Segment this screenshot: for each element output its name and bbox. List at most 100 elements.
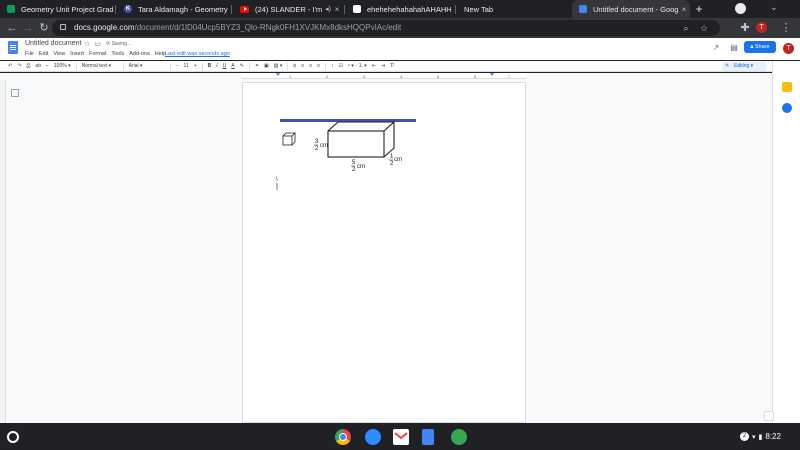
divider bbox=[122, 62, 124, 70]
body-text: \ bbox=[276, 177, 278, 183]
text-color-button[interactable]: A bbox=[231, 63, 234, 69]
zoom-select[interactable]: 100% ▾ bbox=[54, 63, 71, 69]
tab-new-tab[interactable]: New Tab bbox=[457, 0, 569, 18]
line-spacing-icon[interactable]: ↕ bbox=[331, 63, 334, 69]
gmail-icon[interactable] bbox=[393, 429, 409, 445]
youtube-icon bbox=[240, 5, 249, 13]
star-icon[interactable]: ☆ bbox=[84, 40, 90, 48]
pencil-icon: ✎ bbox=[725, 63, 730, 69]
style-select[interactable]: Normal text ▾ bbox=[82, 63, 118, 69]
launcher-icon[interactable] bbox=[7, 431, 19, 443]
vertical-ruler[interactable] bbox=[0, 80, 6, 423]
reload-icon[interactable]: ↻ bbox=[36, 20, 52, 36]
tab-geometry-project[interactable]: Geometry Unit Project Grade bbox=[0, 0, 113, 18]
align-center-icon[interactable]: ≡ bbox=[301, 63, 304, 69]
increase-indent-icon[interactable]: ⇥ bbox=[381, 63, 385, 69]
tab-separator bbox=[344, 5, 345, 14]
comments-icon[interactable]: ▤ bbox=[729, 43, 739, 53]
back-icon[interactable]: ← bbox=[4, 20, 20, 36]
address-bar[interactable]: docs.google.com/document/d/1lD04Ucp5BYZ3… bbox=[52, 20, 720, 36]
spellcheck-icon[interactable]: ab bbox=[35, 63, 41, 69]
menu-view[interactable]: View bbox=[53, 51, 65, 57]
menu-edit[interactable]: Edit bbox=[39, 51, 48, 57]
account-avatar[interactable]: T bbox=[783, 43, 794, 54]
docs-icon bbox=[579, 5, 587, 13]
numbered-list-icon[interactable]: 1. ▾ bbox=[359, 63, 367, 69]
bookmark-star-icon[interactable]: ☆ bbox=[698, 22, 710, 34]
media-control-icon[interactable] bbox=[735, 3, 746, 14]
highlight-icon[interactable]: ✎ bbox=[240, 63, 244, 69]
docs-icon[interactable] bbox=[422, 429, 434, 445]
redo-icon[interactable]: ↷ bbox=[17, 63, 21, 69]
document-title[interactable]: Untitled document bbox=[25, 40, 81, 47]
share-button[interactable]: 🔒︎ Share bbox=[744, 41, 776, 53]
document-page[interactable]: 3 2 cm 5 2 cm 1 2 cm \ bbox=[242, 82, 526, 423]
extensions-icon[interactable]: ✚ bbox=[737, 20, 753, 36]
decrease-indent-icon[interactable]: ⇤ bbox=[372, 63, 376, 69]
editing-mode-select[interactable]: ✎ Editing ▾ bbox=[722, 62, 766, 71]
activity-trend-icon[interactable]: ↗ bbox=[711, 43, 721, 53]
last-edit-link[interactable]: Last edit was seconds ago bbox=[165, 51, 230, 57]
close-icon[interactable]: × bbox=[331, 5, 343, 14]
align-left-icon[interactable]: ≡ bbox=[293, 63, 297, 69]
tab-separator bbox=[231, 5, 232, 14]
document-outline-icon[interactable] bbox=[11, 89, 19, 97]
paint-format-icon[interactable]: ⌐ bbox=[46, 63, 49, 69]
height-denominator: 2 bbox=[315, 146, 319, 152]
tab-doc-eheheheh[interactable]: ehehehehahahahAHAHHAH bbox=[346, 0, 451, 18]
close-icon[interactable]: × bbox=[678, 5, 690, 14]
more-menu-icon[interactable]: ⋮ bbox=[778, 20, 794, 36]
share-label: Share bbox=[754, 44, 770, 50]
italic-button[interactable]: I bbox=[216, 63, 217, 69]
search-icon[interactable]: ⌕ bbox=[680, 22, 692, 34]
tab-separator bbox=[455, 5, 456, 14]
divider bbox=[325, 62, 327, 70]
chrome-icon[interactable] bbox=[335, 429, 351, 445]
ruler-number: 6 bbox=[474, 74, 477, 79]
screencast-icon[interactable] bbox=[451, 429, 467, 445]
left-indent-marker[interactable] bbox=[276, 73, 280, 76]
menu-insert[interactable]: Insert bbox=[70, 51, 84, 57]
move-folder-icon[interactable]: ▭ bbox=[94, 40, 101, 48]
underline-button[interactable]: U bbox=[223, 63, 227, 69]
align-justify-icon[interactable]: ≡ bbox=[317, 63, 320, 69]
small-cube-drawing[interactable] bbox=[282, 132, 296, 146]
font-size-increase[interactable]: + bbox=[194, 63, 197, 69]
bulleted-list-icon[interactable]: • ▾ bbox=[348, 63, 354, 69]
tab-youtube-slander[interactable]: (24) SLANDER - I'm sorr ◂) × bbox=[233, 0, 343, 18]
bold-button[interactable]: B bbox=[208, 63, 212, 69]
docs-home-icon[interactable] bbox=[8, 41, 18, 54]
zoom-icon[interactable] bbox=[365, 429, 381, 445]
tab-tara-aldamagh[interactable]: K Tara Aldamagh - Geometry U bbox=[117, 0, 230, 18]
insert-image-icon[interactable]: ▨ ▾ bbox=[274, 63, 283, 69]
menu-file[interactable]: File bbox=[25, 51, 34, 57]
new-tab-button[interactable]: + bbox=[692, 0, 706, 18]
rectangular-prism-drawing[interactable] bbox=[327, 121, 396, 158]
font-size-decrease[interactable]: − bbox=[176, 63, 179, 69]
checklist-icon[interactable]: ☑ bbox=[339, 63, 343, 69]
font-size-input[interactable]: 11 bbox=[184, 63, 189, 69]
profile-avatar[interactable]: T bbox=[756, 22, 767, 33]
tasks-icon[interactable] bbox=[782, 103, 792, 113]
clock: 8:22 bbox=[765, 432, 781, 441]
forward-icon[interactable]: → bbox=[20, 20, 36, 36]
menu-format[interactable]: Format bbox=[89, 51, 106, 57]
status-tray[interactable]: 2 ▾ ▮ 8:22 bbox=[740, 432, 781, 441]
height-numerator: 3 bbox=[315, 139, 319, 145]
menu-addons[interactable]: Add-ons bbox=[129, 51, 150, 57]
print-icon[interactable]: ⎙ bbox=[26, 63, 30, 69]
keep-icon[interactable] bbox=[782, 82, 792, 92]
align-right-icon[interactable]: ≡ bbox=[309, 63, 312, 69]
explore-icon[interactable] bbox=[764, 411, 774, 421]
clear-formatting-icon[interactable]: T̸ bbox=[390, 63, 393, 69]
horizontal-ruler[interactable]: 1 2 3 4 5 6 7 bbox=[242, 73, 526, 79]
menu-tools[interactable]: Tools bbox=[111, 51, 124, 57]
font-select[interactable]: Arial ▾ bbox=[129, 63, 165, 69]
add-comment-icon[interactable]: ▣ bbox=[264, 63, 269, 69]
right-indent-marker[interactable] bbox=[490, 73, 494, 76]
tab-untitled-document[interactable]: Untitled document - Google D × bbox=[572, 0, 690, 18]
link-icon[interactable]: ⚭ bbox=[255, 63, 259, 69]
undo-icon[interactable]: ↶ bbox=[8, 63, 12, 69]
google-classroom-icon bbox=[7, 5, 15, 13]
tab-search-icon[interactable]: ⌄ bbox=[770, 2, 778, 13]
